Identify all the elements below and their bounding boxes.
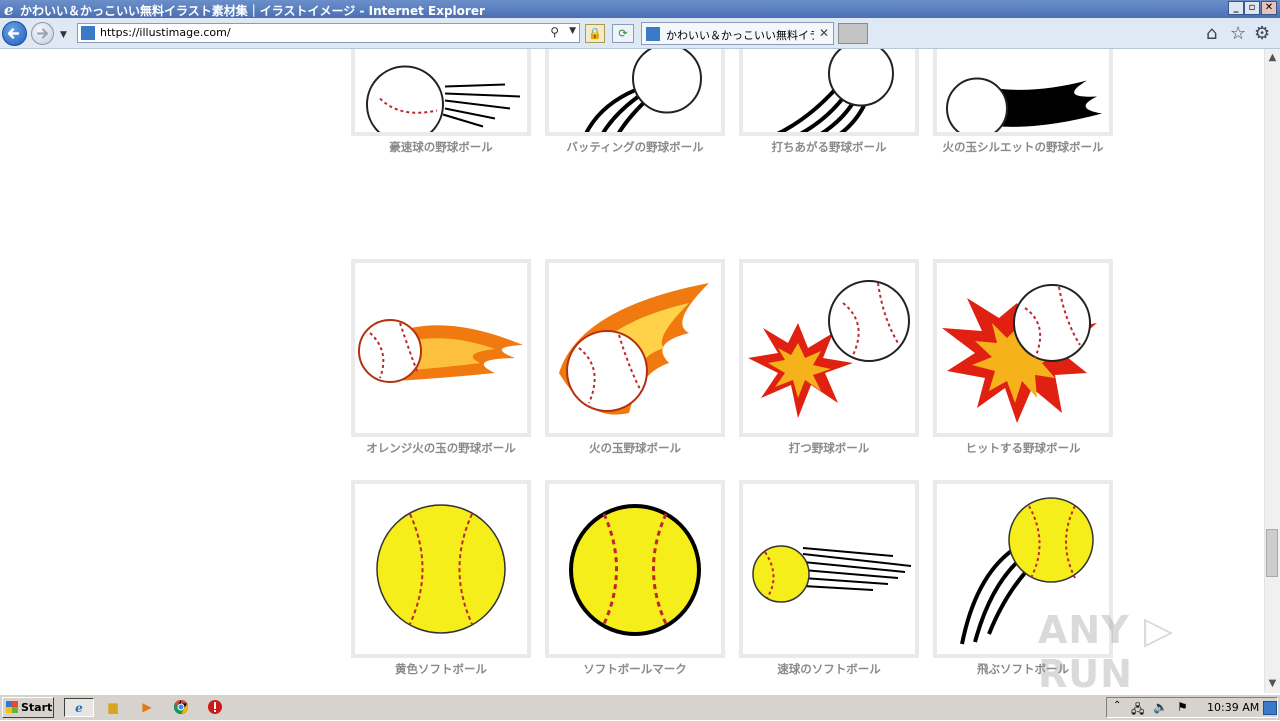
navigation-bar: ▼ https://illustimage.com/ ⚲ ▼ 🔒 ⟳ かわいい＆… bbox=[0, 18, 1280, 49]
illustration-card[interactable] bbox=[933, 259, 1113, 437]
media-player-icon[interactable]: ▶ bbox=[136, 698, 158, 717]
anyrun-watermark: ANY ▷ RUN bbox=[1038, 608, 1175, 693]
start-label: Start bbox=[21, 701, 53, 714]
card-caption[interactable]: バッティングの野球ボール bbox=[545, 139, 725, 155]
card-caption[interactable]: 火の玉シルエットの野球ボール bbox=[933, 139, 1113, 155]
yellow-softball-image bbox=[376, 504, 506, 634]
fastball-baseball-image bbox=[366, 65, 521, 132]
restore-button[interactable]: ▫ bbox=[1244, 1, 1260, 15]
system-tray: ⌃ 🖧 🔈 ⚑ 10:39 AM bbox=[1106, 697, 1278, 718]
home-icon[interactable]: ⌂ bbox=[1206, 23, 1217, 44]
chrome-logo-icon bbox=[174, 700, 188, 714]
scroll-up-arrow-icon[interactable]: ▲ bbox=[1265, 49, 1280, 67]
tab-close-icon[interactable]: ✕ bbox=[819, 26, 829, 40]
chrome-icon[interactable] bbox=[170, 698, 192, 717]
search-icon[interactable]: ⚲ bbox=[550, 25, 559, 39]
minimize-button[interactable]: _ bbox=[1228, 1, 1244, 15]
clock[interactable]: 10:39 AM bbox=[1207, 701, 1259, 714]
illustration-card[interactable] bbox=[351, 49, 531, 136]
illustration-card[interactable] bbox=[545, 49, 725, 136]
site-favicon-icon bbox=[81, 26, 95, 40]
illustration-card[interactable] bbox=[739, 49, 919, 136]
window-title: かわいい＆かっこいい無料イラスト素材集｜イラストイメージ - Internet … bbox=[20, 4, 485, 18]
hit-baseball-image bbox=[748, 280, 910, 418]
illustration-card[interactable] bbox=[545, 480, 725, 658]
windows-logo-icon bbox=[6, 701, 18, 713]
back-button[interactable] bbox=[2, 21, 27, 46]
history-dropdown-icon[interactable]: ▼ bbox=[60, 30, 67, 40]
favorites-star-icon[interactable]: ☆ bbox=[1230, 23, 1246, 44]
illustration-card[interactable] bbox=[739, 480, 919, 658]
illustration-card[interactable] bbox=[933, 49, 1113, 136]
taskbar: Start e ▆ ▶ ⌃ 🖧 🔈 ⚑ 10:39 AM bbox=[0, 694, 1280, 720]
forward-button[interactable] bbox=[31, 22, 54, 45]
svg-text:e: e bbox=[4, 1, 14, 17]
vertical-scrollbar[interactable]: ▲ ▼ bbox=[1264, 49, 1280, 693]
batting-baseball-image bbox=[584, 49, 702, 132]
card-caption[interactable]: ヒットする野球ボール bbox=[933, 440, 1113, 456]
page-content: 豪速球の野球ボール バッティングの野球ボール 打ちあがる野球ボール 火の玉シルエ… bbox=[0, 49, 1264, 693]
internet-explorer-icon: e bbox=[4, 1, 14, 17]
card-caption[interactable]: ソフトボールマーク bbox=[545, 661, 725, 677]
internet-explorer-icon[interactable]: e bbox=[64, 698, 94, 717]
card-caption[interactable]: 豪速球の野球ボール bbox=[351, 139, 531, 155]
back-arrow-icon bbox=[7, 28, 20, 39]
scroll-down-arrow-icon[interactable]: ▼ bbox=[1265, 675, 1280, 693]
orange-fireball-baseball-image bbox=[358, 319, 523, 383]
show-hidden-icons-icon[interactable]: ⌃ bbox=[1113, 700, 1121, 711]
card-caption[interactable]: 速球のソフトボール bbox=[739, 661, 919, 677]
stop-icon[interactable] bbox=[204, 698, 226, 717]
tab-title: かわいい＆かっこいい無料イラ... bbox=[666, 29, 814, 42]
folder-icon[interactable]: ▆ bbox=[102, 698, 124, 717]
network-icon[interactable]: 🖧 bbox=[1131, 700, 1144, 721]
action-center-flag-icon[interactable]: ⚑ bbox=[1177, 700, 1188, 714]
card-caption[interactable]: 黄色ソフトボール bbox=[351, 661, 531, 677]
browser-tab[interactable]: かわいい＆かっこいい無料イラ... ✕ bbox=[641, 22, 834, 45]
card-caption[interactable]: 火の玉野球ボール bbox=[545, 440, 725, 456]
refresh-icon[interactable]: ⟳ bbox=[612, 24, 634, 43]
card-caption[interactable]: オレンジ火の玉の野球ボール bbox=[351, 440, 531, 456]
close-window-button[interactable]: ✕ bbox=[1261, 1, 1277, 15]
illustration-card[interactable] bbox=[545, 259, 725, 437]
fireball-baseball-image bbox=[559, 283, 709, 415]
illustration-card[interactable] bbox=[739, 259, 919, 437]
new-tab-button[interactable] bbox=[838, 23, 868, 44]
softball-mark-image bbox=[569, 504, 701, 636]
hitting-baseball-image bbox=[942, 284, 1097, 423]
gear-icon[interactable]: ⚙ bbox=[1254, 23, 1270, 44]
illustration-card[interactable] bbox=[351, 480, 531, 658]
scrollbar-thumb[interactable] bbox=[1266, 529, 1278, 577]
start-button[interactable]: Start bbox=[2, 697, 54, 718]
card-caption[interactable]: 打つ野球ボール bbox=[739, 440, 919, 456]
card-caption[interactable]: 打ちあがる野球ボール bbox=[739, 139, 919, 155]
forward-arrow-icon bbox=[36, 28, 49, 39]
lock-icon[interactable]: 🔒 bbox=[585, 24, 605, 43]
address-bar[interactable]: https://illustimage.com/ ⚲ ▼ bbox=[77, 23, 580, 43]
illustration-card[interactable] bbox=[351, 259, 531, 437]
address-url[interactable]: https://illustimage.com/ bbox=[100, 26, 231, 39]
fireball-silhouette-baseball-image bbox=[946, 77, 1102, 132]
tab-favicon-icon bbox=[646, 27, 660, 41]
show-desktop-icon[interactable] bbox=[1263, 701, 1277, 715]
red-stop-circle-icon bbox=[208, 700, 222, 714]
title-bar: e かわいい＆かっこいい無料イラスト素材集｜イラストイメージ - Interne… bbox=[0, 0, 1280, 18]
rising-baseball-image bbox=[776, 49, 894, 132]
fast-softball-image bbox=[752, 545, 912, 603]
address-dropdown-icon[interactable]: ▼ bbox=[569, 26, 576, 36]
volume-icon[interactable]: 🔈 bbox=[1153, 700, 1168, 714]
